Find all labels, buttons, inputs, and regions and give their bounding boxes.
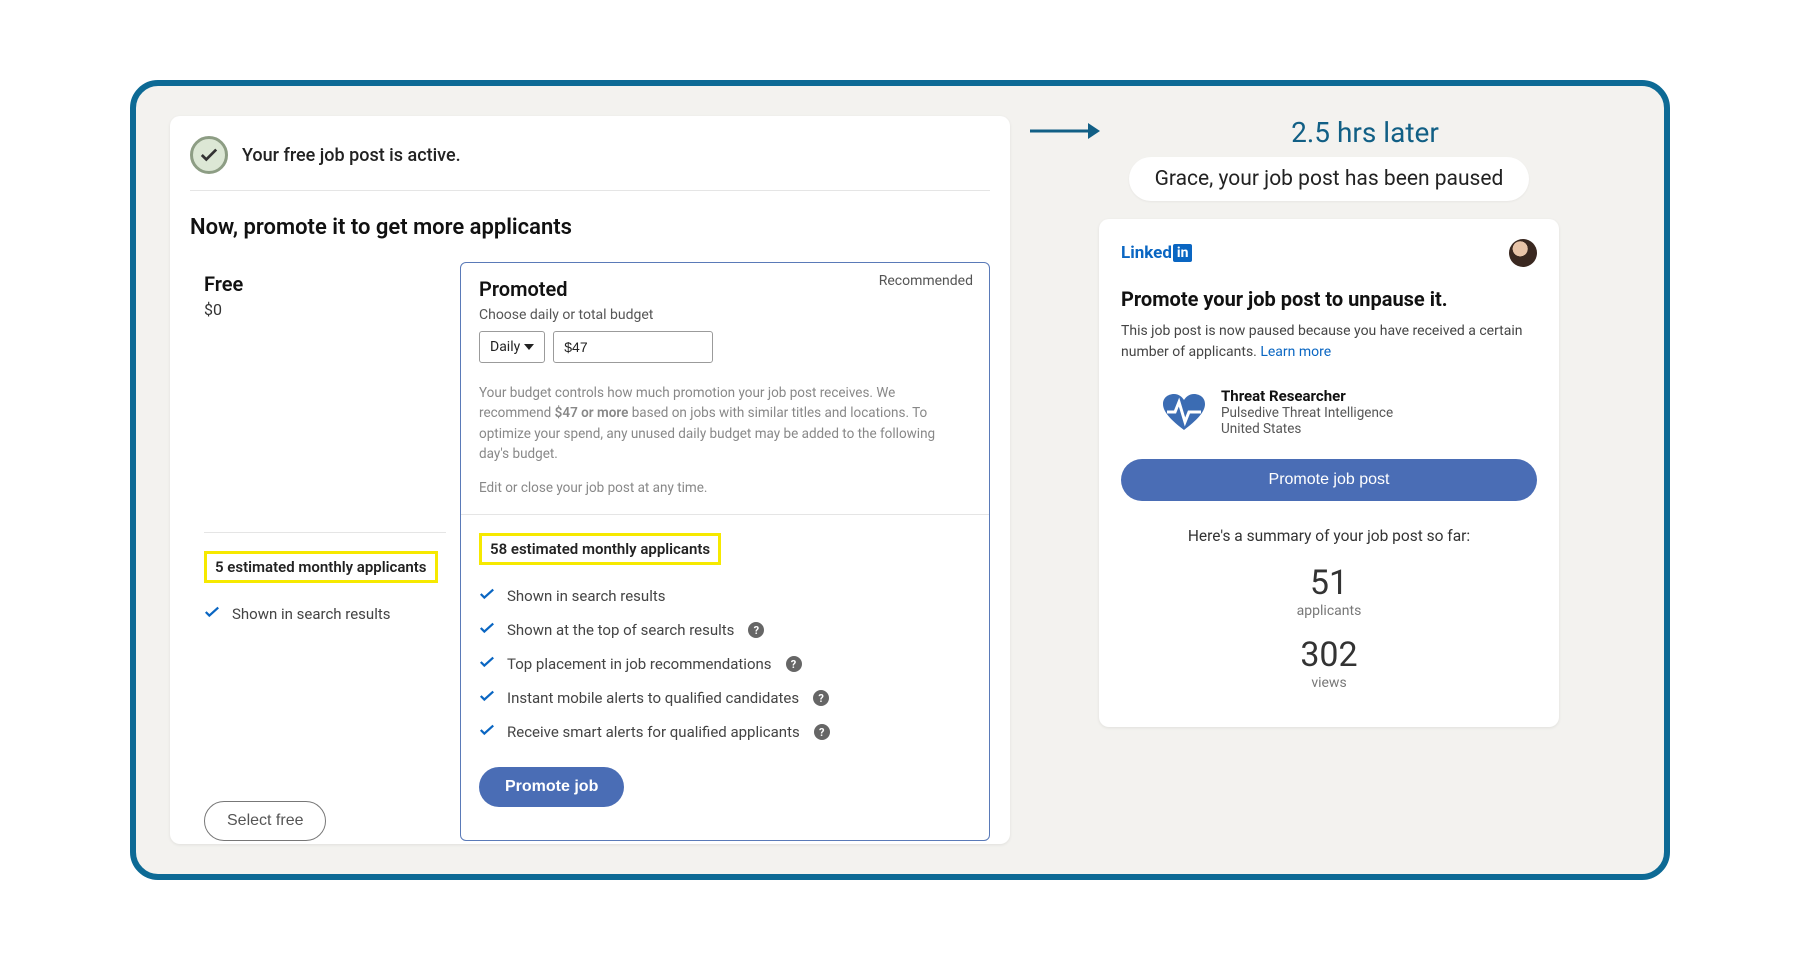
feature-text: Receive smart alerts for qualified appli… [507, 723, 800, 741]
job-company: Pulsedive Threat Intelligence [1221, 405, 1393, 421]
job-post-card: Your free job post is active. Now, promo… [170, 116, 1010, 844]
applicants-label: applicants [1121, 603, 1537, 619]
check-icon [479, 655, 495, 673]
check-icon [479, 723, 495, 741]
promoted-feature-list: Shown in search results Shown at the top… [479, 579, 971, 749]
promoted-estimate-row: 58 estimated monthly applicants Shown in… [461, 514, 989, 807]
card-body: This job post is now paused because you … [1121, 321, 1537, 363]
right-column: 2.5 hrs later Grace, your job post has b… [1028, 116, 1630, 844]
feature-text: Instant mobile alerts to qualified candi… [507, 689, 799, 707]
check-icon [204, 605, 220, 623]
feature-item: Shown in search results [479, 579, 971, 613]
comparison-frame: Your free job post is active. Now, promo… [130, 80, 1670, 880]
select-free-button[interactable]: Select free [204, 801, 326, 841]
email-card: Linkedin Promote your job post to unpaus… [1099, 219, 1559, 727]
arrow-right-icon [1028, 121, 1100, 145]
card-header: Linkedin [1121, 239, 1537, 267]
feature-text: Shown in search results [232, 605, 391, 623]
budget-mode-select[interactable]: Daily [479, 331, 545, 363]
feature-item: Top placement in job recommendations ? [479, 647, 971, 681]
budget-mode-value: Daily [490, 339, 520, 355]
status-text: Your free job post is active. [242, 145, 461, 166]
chevron-down-icon [524, 344, 534, 350]
free-estimate-row: 5 estimated monthly applicants Shown in … [204, 532, 446, 841]
feature-item: Receive smart alerts for qualified appli… [479, 715, 971, 749]
views-count: 302 [1121, 635, 1537, 675]
help-icon[interactable]: ? [814, 724, 830, 740]
feature-item: Instant mobile alerts to qualified candi… [479, 681, 971, 715]
time-later-text: 2.5 hrs later [1100, 116, 1630, 149]
check-icon [479, 689, 495, 707]
summary-title: Here's a summary of your job post so far… [1121, 527, 1537, 545]
paused-message: Grace, your job post has been paused [1129, 157, 1530, 201]
feature-text: Top placement in job recommendations [507, 655, 772, 673]
job-row: Threat Researcher Pulsedive Threat Intel… [1161, 387, 1537, 437]
help-icon[interactable]: ? [786, 656, 802, 672]
help-icon[interactable]: ? [813, 690, 829, 706]
free-price: $0 [204, 300, 446, 319]
stat-applicants: 51 applicants [1121, 563, 1537, 619]
check-circle-icon [190, 136, 228, 174]
help-icon[interactable]: ? [748, 622, 764, 638]
linkedin-logo: Linkedin [1121, 243, 1192, 263]
applicants-count: 51 [1121, 563, 1537, 603]
free-estimate: 5 estimated monthly applicants [204, 551, 438, 583]
stat-views: 302 views [1121, 635, 1537, 691]
budget-description: Your budget controls how much promotion … [479, 383, 949, 464]
budget-controls: Daily [479, 331, 971, 363]
arrow-header: 2.5 hrs later [1028, 116, 1630, 149]
promote-job-post-button[interactable]: Promote job post [1121, 459, 1537, 501]
plan-comparison: Free $0 5 estimated monthly applicants S… [190, 262, 990, 841]
promote-job-button[interactable]: Promote job [479, 767, 624, 807]
free-feature-list: Shown in search results [204, 597, 446, 631]
budget-amount-input[interactable] [553, 331, 713, 363]
feature-text: Shown in search results [507, 587, 666, 605]
linkedin-in-icon: in [1173, 244, 1193, 262]
plan-free-column: Free $0 5 estimated monthly applicants S… [190, 262, 460, 841]
budget-label: Choose daily or total budget [479, 307, 971, 323]
free-title: Free [204, 272, 446, 296]
card-title: Promote your job post to unpause it. [1121, 287, 1537, 311]
views-label: views [1121, 675, 1537, 691]
job-info: Threat Researcher Pulsedive Threat Intel… [1221, 387, 1393, 437]
heart-pulse-icon [1161, 392, 1207, 432]
feature-text: Shown at the top of search results [507, 621, 734, 639]
feature-item: Shown at the top of search results ? [479, 613, 971, 647]
promoted-estimate: 58 estimated monthly applicants [479, 533, 721, 565]
edit-close-text: Edit or close your job post at any time. [479, 480, 971, 496]
check-icon [479, 587, 495, 605]
learn-more-link[interactable]: Learn more [1260, 344, 1331, 360]
job-location: United States [1221, 421, 1393, 437]
avatar [1509, 239, 1537, 267]
check-icon [479, 621, 495, 639]
plan-promoted-column: Recommended Promoted Choose daily or tot… [460, 262, 990, 841]
status-row: Your free job post is active. [190, 136, 990, 191]
recommended-label: Recommended [879, 273, 973, 289]
promote-heading: Now, promote it to get more applicants [190, 215, 990, 240]
job-title: Threat Researcher [1221, 387, 1393, 405]
feature-item: Shown in search results [204, 597, 446, 631]
